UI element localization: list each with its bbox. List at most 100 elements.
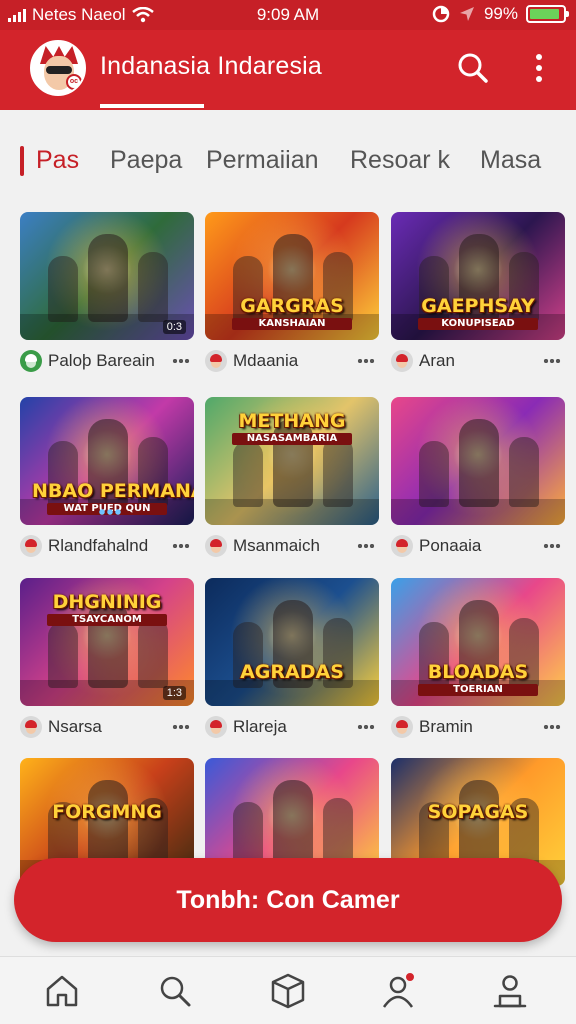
battery-percent: 99% <box>483 4 518 23</box>
game-card[interactable]: NBAO PERMANAWAT PUED QUN Rlandfahalnd <box>20 397 194 557</box>
more-horiz-icon[interactable] <box>543 725 561 729</box>
avatar-mask <box>46 66 72 74</box>
cta-button[interactable]: Tonbh: Con Camer <box>14 858 562 942</box>
game-card[interactable]: METHANG NASASAMBARIA Msanmaich <box>205 397 379 557</box>
nav-account[interactable] <box>488 969 532 1013</box>
more-options-button[interactable] <box>519 48 559 88</box>
game-logo-text: METHANG NASASAMBARIA <box>217 411 367 445</box>
tab-0[interactable]: Pas <box>36 146 79 175</box>
user-avatar-icon <box>205 535 227 557</box>
more-horiz-icon[interactable] <box>172 359 190 363</box>
user-avatar-icon <box>20 716 42 738</box>
game-logo-text: BLOADAS TOERIAN <box>403 662 553 696</box>
artwork-ground <box>205 680 379 706</box>
game-logo-title: NBAO PERMANA <box>32 480 194 502</box>
game-thumbnail[interactable]: GARGRAS KANSHAIAN <box>205 212 379 340</box>
status-right: 99% <box>432 4 569 24</box>
game-logo-title: FORGMNG <box>52 801 162 823</box>
game-logo-text: FORGMNG <box>32 802 182 822</box>
game-logo-title: SOPAGAS <box>427 801 529 823</box>
game-logo-subtitle: KANSHAIAN <box>232 318 352 330</box>
author-name: Aran <box>419 351 455 370</box>
game-logo-title: BLOADAS <box>427 661 529 683</box>
nav-search[interactable] <box>153 969 197 1013</box>
box-icon <box>271 973 305 1009</box>
search-icon <box>160 976 191 1007</box>
tab-4[interactable]: Masa <box>480 146 541 175</box>
card-meta: Rlandfahalnd <box>20 534 194 558</box>
card-meta: Ponaaia <box>391 534 565 558</box>
artwork-hero <box>459 780 499 868</box>
account-icon <box>493 975 527 1008</box>
game-thumbnail[interactable]: BLOADAS TOERIAN <box>391 578 565 706</box>
tab-indicator <box>20 146 24 176</box>
user-avatar-icon <box>205 716 227 738</box>
more-horiz-icon[interactable] <box>172 544 190 548</box>
artwork-ground <box>205 499 379 525</box>
title-underline <box>100 104 204 108</box>
more-horiz-icon[interactable] <box>357 359 375 363</box>
game-card[interactable]: 0:3 Paloþ Bareain <box>20 212 194 372</box>
game-logo-text: DHGNINIG TSAYCANOM <box>32 592 182 626</box>
card-meta: Mdaania <box>205 349 379 373</box>
game-logo-text: GAEPHSAY KONUPISEAD <box>403 296 553 330</box>
game-logo-title: GARGRAS <box>240 295 344 317</box>
avatar[interactable]: oc <box>30 40 86 96</box>
game-logo-subtitle: TSAYCANOM <box>47 614 167 626</box>
artwork-hero <box>88 780 128 868</box>
game-card[interactable]: Ponaaia <box>391 397 565 557</box>
author-name: Rlareja <box>233 717 287 736</box>
card-meta: Bramin <box>391 715 565 739</box>
game-thumbnail[interactable]: METHANG NASASAMBARIA <box>205 397 379 525</box>
tab-2[interactable]: Permaiian <box>206 146 319 175</box>
artwork-ground <box>391 499 565 525</box>
game-logo-text: SOPAGAS <box>403 802 553 822</box>
card-meta: Msanmaich <box>205 534 379 558</box>
user-avatar-icon <box>391 350 413 372</box>
nav-home[interactable] <box>40 969 84 1013</box>
game-logo-text: AGRADAS <box>217 662 367 682</box>
artwork-hero2 <box>233 441 263 507</box>
game-logo-title: DHGNINIG <box>52 591 162 613</box>
game-thumbnail[interactable] <box>391 397 565 525</box>
game-card[interactable]: GAEPHSAY KONUPISEAD Aran <box>391 212 565 372</box>
duration-badge: 0:3 <box>162 320 186 334</box>
page-title: Indanasia Indaresia <box>100 52 323 80</box>
game-card[interactable]: DHGNINIG TSAYCANOM 1:3 Nsarsa <box>20 578 194 738</box>
artwork-hero3 <box>509 437 539 507</box>
notification-badge <box>404 971 416 983</box>
game-card[interactable]: GARGRAS KANSHAIAN Mdaania <box>205 212 379 372</box>
author-name: Bramin <box>419 717 473 736</box>
artwork-hero2 <box>48 622 78 688</box>
nav-library[interactable] <box>266 969 310 1013</box>
user-avatar-icon <box>20 350 42 372</box>
user-avatar-icon <box>391 535 413 557</box>
app-bar: oc Indanasia Indaresia <box>0 30 576 110</box>
more-horiz-icon[interactable] <box>357 544 375 548</box>
game-thumbnail[interactable]: NBAO PERMANAWAT PUED QUN <box>20 397 194 525</box>
tab-1[interactable]: Paepa <box>110 146 182 175</box>
game-thumbnail[interactable]: DHGNINIG TSAYCANOM 1:3 <box>20 578 194 706</box>
game-card[interactable]: BLOADAS TOERIAN Bramin <box>391 578 565 738</box>
game-card[interactable]: AGRADAS Rlareja <box>205 578 379 738</box>
more-horiz-icon[interactable] <box>357 725 375 729</box>
more-horiz-icon[interactable] <box>543 544 561 548</box>
carousel-dots <box>98 509 122 515</box>
nav-notifications[interactable] <box>376 969 420 1013</box>
tab-3[interactable]: Resoar k <box>350 146 450 175</box>
artwork-hero3 <box>138 618 168 688</box>
artwork-hero <box>459 419 499 507</box>
game-logo-subtitle: KONUPISEAD <box>418 318 538 330</box>
game-logo-subtitle: NASASAMBARIA <box>232 433 352 445</box>
search-icon <box>458 53 488 83</box>
more-horiz-icon[interactable] <box>543 359 561 363</box>
game-thumbnail[interactable]: 0:3 <box>20 212 194 340</box>
more-horiz-icon[interactable] <box>172 725 190 729</box>
author-name: Mdaania <box>233 351 299 370</box>
location-icon <box>459 7 474 21</box>
search-button[interactable] <box>453 48 493 88</box>
game-thumbnail[interactable]: GAEPHSAY KONUPISEAD <box>391 212 565 340</box>
user-avatar-icon <box>20 535 42 557</box>
game-logo-text: GARGRAS KANSHAIAN <box>217 296 367 330</box>
game-thumbnail[interactable]: AGRADAS <box>205 578 379 706</box>
